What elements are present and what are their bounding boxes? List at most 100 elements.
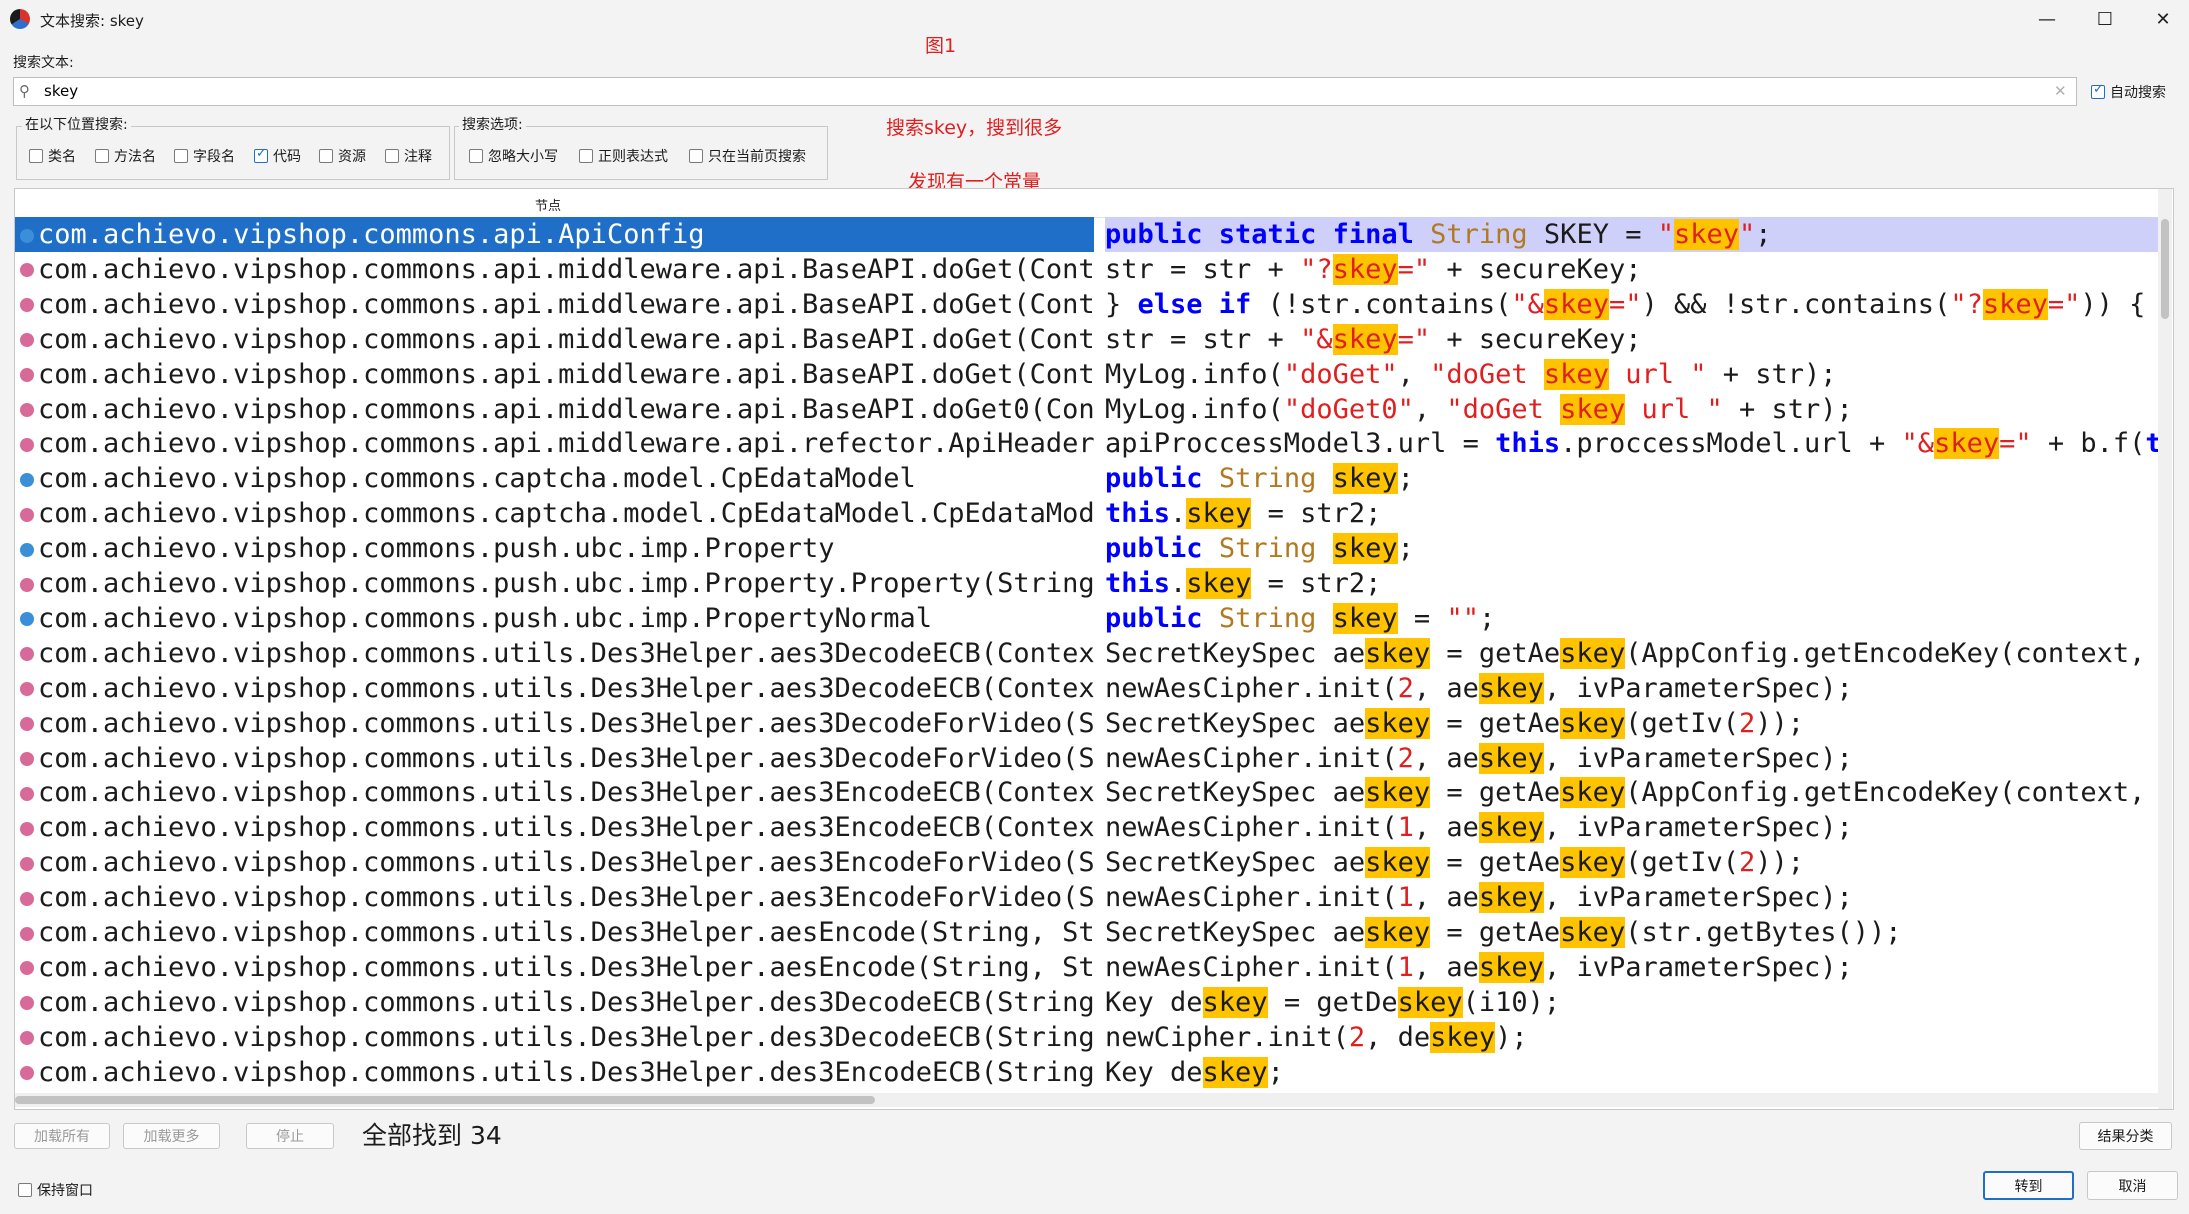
table-row[interactable]: com.achievo.vipshop.commons.utils.Des3He… bbox=[15, 706, 2158, 741]
method-icon bbox=[20, 298, 34, 313]
table-row[interactable]: com.achievo.vipshop.commons.utils.Des3He… bbox=[15, 915, 2158, 950]
load-more-button[interactable]: 加载更多 bbox=[123, 1123, 220, 1149]
option-label: 方法名 bbox=[114, 149, 156, 165]
code-check-icon[interactable] bbox=[254, 146, 268, 163]
table-row[interactable]: com.achievo.vipshop.commons.push.ubc.imp… bbox=[15, 601, 2158, 636]
horizontal-scroll-thumb[interactable] bbox=[15, 1096, 875, 1104]
table-row[interactable]: com.achievo.vipshop.commons.api.middlewa… bbox=[15, 426, 2158, 461]
search-label: 搜索文本: bbox=[13, 55, 74, 71]
row-code: str = str + "&skey=" + secureKey; bbox=[1105, 323, 1642, 355]
horizontal-scrollbar[interactable] bbox=[15, 1093, 2158, 1107]
option-current-page-only[interactable]: 只在当前页搜索 bbox=[689, 146, 806, 166]
vertical-scroll-thumb[interactable] bbox=[2161, 219, 2169, 319]
table-row[interactable]: com.achievo.vipshop.commons.api.middlewa… bbox=[15, 287, 2158, 322]
table-row[interactable]: com.achievo.vipshop.commons.utils.Des3He… bbox=[15, 950, 2158, 985]
table-row[interactable]: com.achievo.vipshop.commons.captcha.mode… bbox=[15, 496, 2158, 531]
column-header[interactable]: 节点 bbox=[15, 189, 2158, 218]
table-row[interactable]: com.achievo.vipshop.commons.push.ubc.imp… bbox=[15, 566, 2158, 601]
row-node-text: com.achievo.vipshop.commons.api.middlewa… bbox=[38, 358, 1094, 390]
table-row[interactable]: com.achievo.vipshop.commons.api.ApiConfi… bbox=[15, 217, 2158, 252]
search-input[interactable] bbox=[44, 81, 2034, 101]
stop-button[interactable]: 停止 bbox=[246, 1123, 334, 1149]
row-code: Key deskey = getDeskey(i10); bbox=[1105, 986, 1561, 1018]
load-all-button[interactable]: 加载所有 bbox=[14, 1123, 110, 1149]
row-node-text: com.achievo.vipshop.commons.api.middlewa… bbox=[38, 253, 1094, 285]
keep-window-check-icon[interactable] bbox=[18, 1183, 32, 1197]
cancel-button[interactable]: 取消 bbox=[2087, 1171, 2178, 1200]
row-code: newAesCipher.init(1, aeskey, ivParameter… bbox=[1105, 812, 1853, 844]
keep-window-checkbox[interactable]: 保持窗口 bbox=[18, 1180, 93, 1200]
method-name-check-icon[interactable] bbox=[95, 149, 109, 163]
minimize-button[interactable]: — bbox=[2018, 0, 2076, 38]
method-icon bbox=[20, 717, 34, 732]
row-node-text: com.achievo.vipshop.commons.utils.Des3He… bbox=[38, 777, 1094, 809]
class-name-check-icon[interactable] bbox=[29, 149, 43, 163]
table-row[interactable]: com.achievo.vipshop.commons.utils.Des3He… bbox=[15, 880, 2158, 915]
table-row[interactable]: com.achievo.vipshop.commons.utils.Des3He… bbox=[15, 636, 2158, 671]
close-button[interactable]: ✕ bbox=[2134, 0, 2189, 38]
row-code: apiProccessModel3.url = this.proccessMod… bbox=[1105, 428, 2158, 460]
results-table[interactable]: 节点 com.achievo.vipshop.commons.api.ApiCo… bbox=[14, 188, 2174, 1110]
row-code: SecretKeySpec aeskey = getAeskey(AppConf… bbox=[1105, 777, 2158, 809]
row-node: com.achievo.vipshop.commons.utils.Des3He… bbox=[15, 636, 1094, 671]
column-header-node[interactable]: 节点 bbox=[535, 195, 561, 214]
maximize-button[interactable]: ☐ bbox=[2076, 0, 2134, 38]
table-row[interactable]: com.achievo.vipshop.commons.utils.Des3He… bbox=[15, 671, 2158, 706]
option-code[interactable]: 代码 bbox=[254, 146, 301, 166]
table-row[interactable]: com.achievo.vipshop.commons.utils.Des3He… bbox=[15, 741, 2158, 776]
option-comment[interactable]: 注释 bbox=[385, 146, 432, 166]
current-page-check-icon[interactable] bbox=[689, 149, 703, 163]
method-icon bbox=[20, 647, 34, 662]
table-row[interactable]: com.achievo.vipshop.commons.api.middlewa… bbox=[15, 357, 2158, 392]
row-node-text: com.achievo.vipshop.commons.utils.Des3He… bbox=[38, 1021, 1094, 1053]
row-code: public String skey; bbox=[1105, 533, 1414, 565]
row-code: public String skey = ""; bbox=[1105, 602, 1496, 634]
table-row[interactable]: com.achievo.vipshop.commons.utils.Des3He… bbox=[15, 985, 2158, 1020]
table-row[interactable]: com.achievo.vipshop.commons.api.middlewa… bbox=[15, 252, 2158, 287]
ignore-case-check-icon[interactable] bbox=[469, 149, 483, 163]
row-node-text: com.achievo.vipshop.commons.push.ubc.imp… bbox=[38, 602, 933, 634]
option-resource[interactable]: 资源 bbox=[319, 146, 366, 166]
goto-button[interactable]: 转到 bbox=[1983, 1171, 2074, 1200]
auto-search-checkbox[interactable]: 自动搜索 bbox=[2091, 82, 2166, 102]
option-label: 注释 bbox=[404, 149, 432, 165]
table-row[interactable]: com.achievo.vipshop.commons.captcha.mode… bbox=[15, 461, 2158, 496]
option-label: 忽略大小写 bbox=[488, 149, 558, 165]
row-node: com.achievo.vipshop.commons.utils.Des3He… bbox=[15, 775, 1094, 810]
class-icon bbox=[20, 542, 34, 557]
row-node: com.achievo.vipshop.commons.utils.Des3He… bbox=[15, 985, 1094, 1020]
table-row[interactable]: com.achievo.vipshop.commons.utils.Des3He… bbox=[15, 845, 2158, 880]
search-box[interactable]: ⚲ ✕ bbox=[13, 77, 2077, 106]
option-class-name[interactable]: 类名 bbox=[29, 146, 76, 166]
table-row[interactable]: com.achievo.vipshop.commons.utils.Des3He… bbox=[15, 1055, 2158, 1090]
table-row[interactable]: com.achievo.vipshop.commons.api.middlewa… bbox=[15, 322, 2158, 357]
row-node-text: com.achievo.vipshop.commons.push.ubc.imp… bbox=[38, 533, 835, 565]
group-results-button[interactable]: 结果分类 bbox=[2079, 1122, 2172, 1150]
row-code: SecretKeySpec aeskey = getAeskey(AppConf… bbox=[1105, 637, 2158, 669]
method-icon bbox=[20, 926, 34, 941]
resource-check-icon[interactable] bbox=[319, 149, 333, 163]
table-row[interactable]: com.achievo.vipshop.commons.utils.Des3He… bbox=[15, 1020, 2158, 1055]
option-field-name[interactable]: 字段名 bbox=[174, 146, 235, 166]
option-regex[interactable]: 正则表达式 bbox=[579, 146, 668, 166]
option-method-name[interactable]: 方法名 bbox=[95, 146, 156, 166]
clear-icon[interactable]: ✕ bbox=[2054, 82, 2067, 100]
row-code: SecretKeySpec aeskey = getAeskey(getIv(2… bbox=[1105, 847, 1805, 879]
row-node-text: com.achievo.vipshop.commons.api.middlewa… bbox=[38, 323, 1094, 355]
field-name-check-icon[interactable] bbox=[174, 149, 188, 163]
regex-check-icon[interactable] bbox=[579, 149, 593, 163]
annotation-figure-label: 图1 bbox=[925, 35, 957, 57]
table-row[interactable]: com.achievo.vipshop.commons.utils.Des3He… bbox=[15, 775, 2158, 810]
vertical-scrollbar[interactable] bbox=[2158, 189, 2172, 1109]
auto-search-check-icon[interactable] bbox=[2091, 82, 2105, 99]
option-ignore-case[interactable]: 忽略大小写 bbox=[469, 146, 558, 166]
table-row[interactable]: com.achievo.vipshop.commons.push.ubc.imp… bbox=[15, 531, 2158, 566]
method-icon bbox=[20, 437, 34, 452]
row-node: com.achievo.vipshop.commons.utils.Des3He… bbox=[15, 1020, 1094, 1055]
option-label: 代码 bbox=[273, 149, 301, 165]
annotation-note-1: 搜索skey，搜到很多 bbox=[886, 117, 1063, 139]
table-row[interactable]: com.achievo.vipshop.commons.api.middlewa… bbox=[15, 392, 2158, 427]
comment-check-icon[interactable] bbox=[385, 149, 399, 163]
row-node-text: com.achievo.vipshop.commons.utils.Des3He… bbox=[38, 847, 1094, 879]
table-row[interactable]: com.achievo.vipshop.commons.utils.Des3He… bbox=[15, 810, 2158, 845]
